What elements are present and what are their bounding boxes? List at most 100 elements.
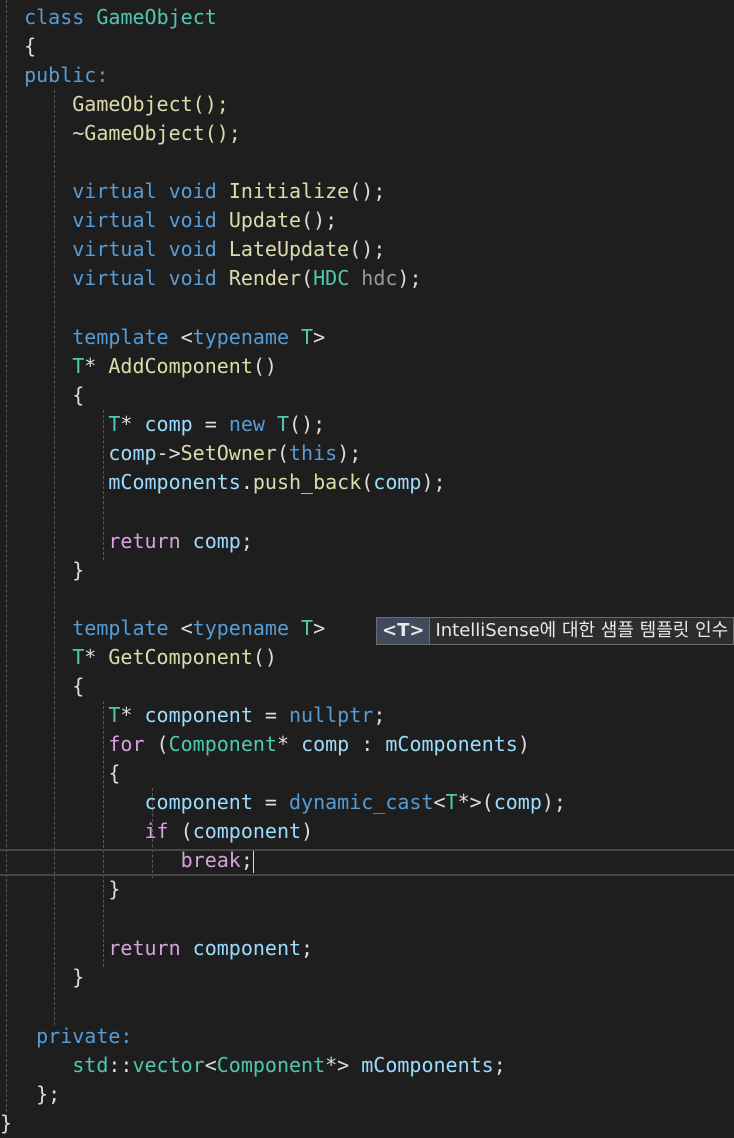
code-line: ~GameObject(); (0, 119, 241, 148)
code-token: void (168, 266, 217, 290)
code-token: *> (325, 1053, 362, 1077)
code-token: ); (337, 441, 362, 465)
code-token: { (72, 383, 85, 407)
code-line: } (0, 1109, 12, 1138)
code-token: ; (240, 529, 253, 553)
code-line: return component; (0, 934, 313, 963)
code-token: ); (421, 470, 446, 494)
code-line: template <typename T> (0, 323, 325, 352)
code-line: std::vector<Component*> mComponents; (0, 1051, 506, 1080)
code-token: break (180, 848, 241, 872)
code-token: ) (301, 819, 314, 843)
code-token: for (108, 732, 145, 756)
code-token: ) (517, 732, 530, 756)
code-token: ( (144, 732, 169, 756)
code-token: Component (216, 1053, 326, 1077)
code-token: } (72, 965, 85, 989)
code-token: :: (108, 1053, 133, 1077)
code-editor[interactable]: class GameObject { public: GameObject();… (0, 0, 734, 1135)
code-token: virtual (72, 179, 157, 203)
code-token: * (120, 412, 145, 436)
method-name: Initialize (228, 179, 350, 203)
code-line: T* AddComponent() (0, 352, 277, 381)
code-token: () (252, 645, 277, 669)
code-token: component (192, 819, 302, 843)
code-token: comp (301, 732, 350, 756)
intellisense-template-hint[interactable]: <T> IntelliSense에 대한 샘플 템플릿 인수 제공 (376, 617, 734, 645)
code-token: comp (144, 412, 193, 436)
code-token: () (252, 354, 277, 378)
code-token: ; (240, 848, 253, 872)
code-line: private: (0, 1022, 132, 1051)
code-token: comp (192, 529, 241, 553)
code-token: component (144, 790, 253, 814)
destructor: ~GameObject(); (72, 121, 241, 145)
code-line: T* GetComponent() (0, 643, 277, 672)
text-caret (252, 850, 254, 873)
code-line: comp->SetOwner(this); (0, 439, 361, 468)
code-line: virtual void Initialize(); (0, 177, 385, 206)
code-token: virtual (72, 237, 157, 261)
code-token: template (72, 616, 169, 640)
code-token: ( (361, 470, 374, 494)
constructor: GameObject(); (72, 92, 229, 116)
code-token: * (120, 703, 145, 727)
code-token: T (108, 703, 121, 727)
class-name: GameObject (96, 5, 217, 29)
code-token: (); (301, 208, 338, 232)
code-token: ; (301, 936, 314, 960)
code-token: > (313, 616, 326, 640)
code-token: } (0, 1111, 13, 1135)
code-line: { (0, 381, 84, 410)
code-token: (); (349, 237, 386, 261)
code-token: comp (108, 441, 157, 465)
code-token: (); (289, 412, 326, 436)
template-arg-icon: <T> (377, 618, 431, 644)
code-token: { (108, 761, 121, 785)
code-token: (); (349, 179, 386, 203)
code-line: virtual void Update(); (0, 206, 337, 235)
code-token: T (108, 412, 121, 436)
code-token: void (168, 237, 217, 261)
code-token: typename (192, 325, 289, 349)
code-token: = (252, 703, 290, 727)
code-token: { (24, 34, 37, 58)
code-token: < (168, 325, 193, 349)
code-line: public: (0, 61, 108, 90)
code-token: T (276, 412, 290, 436)
code-token: ( (168, 819, 193, 843)
code-token: < (204, 1053, 217, 1077)
code-token: = (192, 412, 229, 436)
code-token: hdc (361, 266, 398, 290)
code-token: HDC (313, 266, 350, 290)
code-line: T* component = nullptr; (0, 701, 385, 730)
code-line: mComponents.push_back(comp); (0, 468, 446, 497)
access-specifier: public: (24, 63, 109, 87)
code-token: template (72, 325, 169, 349)
code-token: Component (168, 732, 277, 756)
code-line: } (0, 875, 120, 904)
code-token: { (72, 674, 85, 698)
code-token: = (252, 790, 289, 814)
method-name: Update (228, 208, 302, 232)
code-token: new (228, 412, 265, 436)
code-line-current[interactable]: break; (0, 846, 254, 875)
code-token: SetOwner (180, 441, 277, 465)
